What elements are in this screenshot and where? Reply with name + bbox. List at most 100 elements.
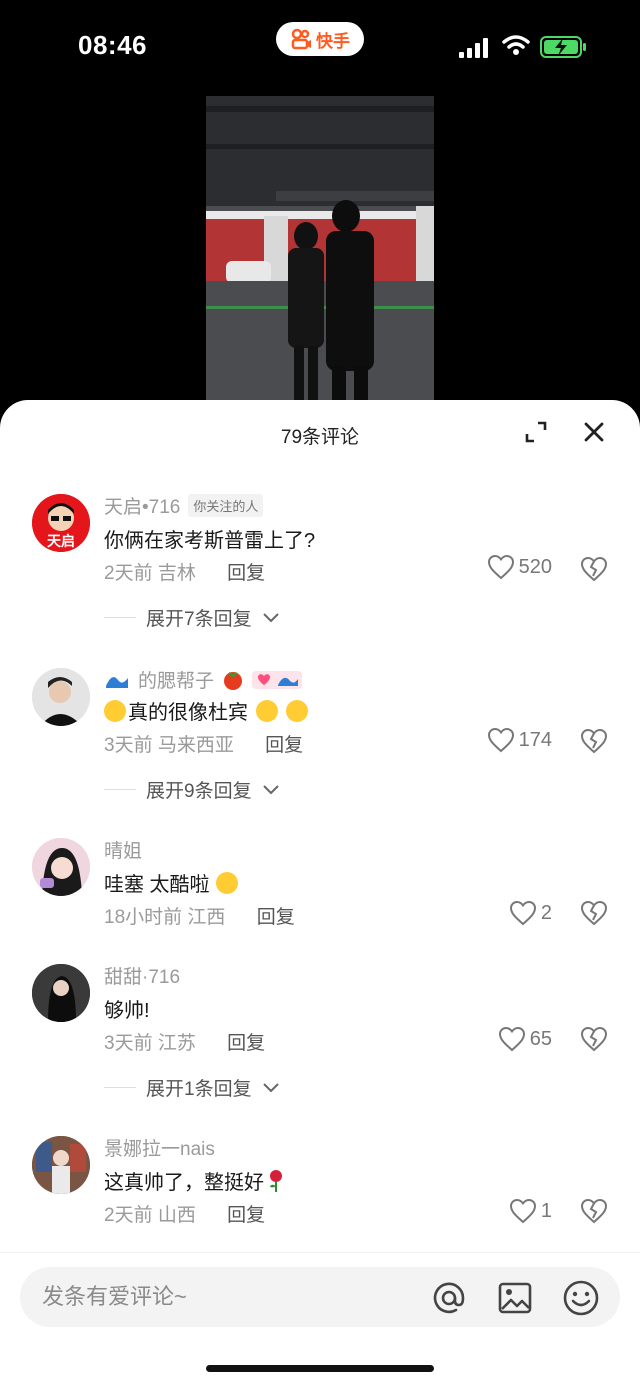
avatar-image [32, 964, 90, 1022]
comment-text: 这真帅了，整挺好 [104, 1166, 286, 1195]
dislike-heart-icon[interactable] [580, 728, 608, 754]
avatar[interactable] [32, 964, 90, 1022]
expand-replies-label: 展开9条回复 [146, 781, 252, 802]
avatar-image [32, 838, 90, 896]
heart-icon [487, 554, 514, 580]
following-badge: 你关注的人 [188, 494, 264, 517]
expand-replies-button[interactable]: 展开1条回复 [104, 1074, 280, 1101]
comment-text: 你俩在家考斯普雷上了? [104, 530, 316, 552]
like-button[interactable]: 520 [487, 554, 552, 580]
comment-meta: 2天前 山西 回复 [104, 1200, 265, 1227]
wave-emoji-icon [106, 676, 128, 688]
expand-replies-label: 展开7条回复 [146, 609, 252, 630]
comment-meta: 3天前 江苏 回复 [104, 1028, 265, 1055]
expand-replies-button[interactable]: 展开7条回复 [104, 604, 280, 631]
video-scene-image [206, 96, 434, 406]
comment-meta: 3天前 马来西亚 回复 [104, 730, 303, 757]
divider-line [104, 789, 136, 790]
like-button[interactable]: 174 [487, 727, 552, 753]
expand-replies-label: 展开1条回复 [146, 1079, 252, 1100]
comment-text-content: 这真帅了，整挺好 [104, 1172, 264, 1194]
chevron-down-icon [262, 784, 279, 794]
crying-laughing-emoji-icon [286, 699, 308, 722]
reply-button[interactable]: 回复 [227, 1033, 265, 1054]
comment-meta: 18小时前 江西 回复 [104, 902, 295, 929]
comment-author[interactable]: 景娜拉一nais [104, 1134, 215, 1161]
like-button[interactable]: 65 [498, 1026, 552, 1052]
comment-location: 马来西亚 [157, 735, 234, 756]
comment-location: 江苏 [157, 1033, 196, 1054]
app-name: 快手 [316, 31, 350, 51]
app-return-pill[interactable]: 快手 [276, 22, 364, 56]
home-indicator[interactable] [206, 1365, 434, 1372]
comment-author-name: 晴姐 [104, 841, 143, 862]
reply-button[interactable]: 回复 [227, 563, 265, 584]
avatar-label: 天启 [47, 533, 75, 549]
wifi-icon [502, 35, 530, 55]
cellular-signal-icon [459, 38, 488, 58]
comment-author[interactable]: 天启•716 你关注的人 [104, 492, 264, 519]
dislike-heart-icon[interactable] [580, 1026, 608, 1052]
comment-time: 3天前 [104, 735, 153, 756]
heart-icon [487, 727, 514, 753]
comment-location: 江西 [187, 907, 226, 928]
heart-icon [509, 1198, 536, 1224]
comment-time: 2天前 [104, 563, 153, 584]
comment-text: 哇塞 太酷啦 [104, 868, 238, 897]
reply-button[interactable]: 回复 [265, 735, 303, 756]
comment-meta: 2天前 吉林 回复 [104, 558, 265, 585]
comment-author-name: 甜甜·716 [104, 967, 181, 988]
like-button[interactable]: 2 [509, 900, 552, 926]
dislike-heart-icon[interactable] [580, 556, 608, 582]
like-button[interactable]: 1 [509, 1198, 552, 1224]
divider-line [104, 1087, 136, 1088]
comment-location: 吉林 [157, 563, 196, 584]
avatar[interactable] [32, 1136, 90, 1194]
close-icon[interactable] [580, 418, 608, 446]
like-count: 65 [529, 1027, 552, 1050]
reply-button[interactable]: 回复 [257, 907, 295, 928]
comment-author[interactable]: 的腮帮子 [104, 666, 303, 693]
expand-replies-button[interactable]: 展开9条回复 [104, 776, 280, 803]
emoji-picker-icon[interactable] [561, 1278, 601, 1318]
battery-charging-icon [540, 36, 586, 58]
comment-text: 够帅! [104, 1000, 150, 1022]
comment-location: 山西 [157, 1205, 196, 1226]
comment-input[interactable] [42, 1267, 422, 1327]
flushed-face-emoji-icon [104, 699, 126, 722]
video-preview[interactable] [206, 96, 434, 406]
avatar[interactable] [32, 668, 90, 726]
heart-icon [509, 900, 536, 926]
avatar[interactable]: 天启 [32, 494, 90, 552]
tomato-emoji-icon [224, 671, 243, 690]
divider-line [104, 617, 136, 618]
comment-author-name: 的腮帮子 [138, 671, 215, 692]
chevron-down-icon [262, 612, 279, 622]
comment-input-bar [0, 1252, 640, 1387]
fullscreen-expand-icon[interactable] [522, 418, 550, 446]
avatar-image [32, 668, 90, 726]
fan-badge-icon [252, 670, 303, 689]
comment-text-content: 真的很像杜宾 [128, 702, 248, 724]
avatar-image [32, 1136, 90, 1194]
comment-author[interactable]: 甜甜·716 [104, 962, 180, 989]
like-count: 1 [540, 1199, 552, 1222]
reply-button[interactable]: 回复 [227, 1205, 265, 1226]
image-picker-icon[interactable] [496, 1279, 534, 1317]
at-mention-icon[interactable] [430, 1279, 468, 1317]
like-count: 2 [540, 901, 552, 924]
kuaishou-logo-icon [291, 28, 311, 50]
crying-laughing-emoji-icon [256, 699, 278, 722]
chevron-down-icon [262, 1082, 279, 1092]
comment-input-container[interactable] [20, 1267, 620, 1327]
like-count: 520 [518, 555, 552, 578]
avatar[interactable] [32, 838, 90, 896]
status-time: 08:46 [78, 30, 147, 60]
heart-eyes-emoji-icon [215, 871, 238, 894]
dislike-heart-icon[interactable] [580, 1198, 608, 1224]
dislike-heart-icon[interactable] [580, 900, 608, 926]
heart-icon [498, 1026, 525, 1052]
comment-time: 18小时前 [104, 907, 183, 928]
like-count: 174 [518, 728, 552, 751]
comment-author[interactable]: 晴姐 [104, 836, 142, 863]
